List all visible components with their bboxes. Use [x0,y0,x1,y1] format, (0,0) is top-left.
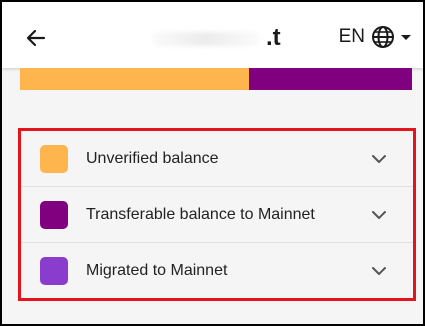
globe-icon [372,26,394,48]
caret-down-icon [401,35,411,40]
legend-row[interactable]: Migrated to Mainnet [21,243,413,298]
arrow-left-icon [26,29,46,47]
language-selector[interactable]: EN [339,25,413,49]
chevron-down-icon[interactable] [369,261,389,281]
legend-label: Migrated to Mainnet [86,261,228,279]
legend-row[interactable]: Transferable balance to Mainnet [21,187,413,243]
color-swatch [40,200,68,229]
color-swatch [40,144,68,173]
balance-bar-segment [249,68,412,90]
page-title-text: .t [266,24,281,51]
page-title: .t [152,24,281,52]
legend-label: Transferable balance to Mainnet [86,205,315,223]
balance-bar [20,68,412,90]
app-window: .t EN Unverified balance Transferable bal… [0,0,425,326]
legend-label: Unverified balance [86,149,219,167]
color-swatch [40,256,68,285]
chevron-down-icon[interactable] [369,205,389,225]
chevron-down-icon[interactable] [369,149,389,169]
legend-row[interactable]: Unverified balance [21,131,413,187]
balance-legend: Unverified balance Transferable balance t… [18,128,416,301]
balance-bar-segment [20,68,250,90]
top-app-bar: .t EN [2,2,423,68]
back-button[interactable] [24,26,48,50]
language-code: EN [338,26,365,47]
title-blurred-text [152,31,260,46]
